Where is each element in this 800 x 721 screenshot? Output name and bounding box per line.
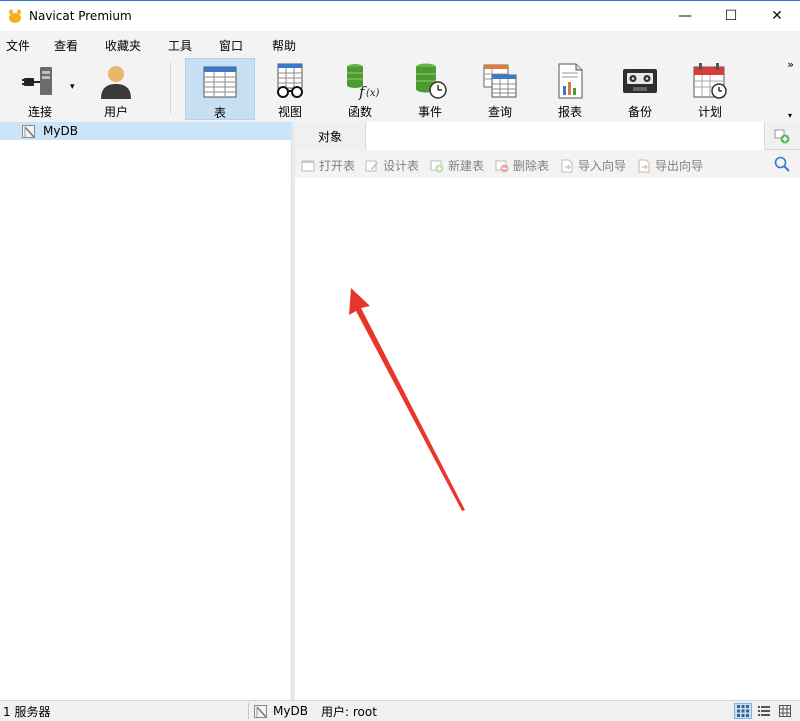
view-details-button[interactable] (776, 703, 794, 719)
toolbar-query-label: 查询 (487, 105, 512, 119)
details-view-icon (779, 705, 791, 717)
menu-bar: 文件 查看 收藏夹 工具 窗口 帮助 (0, 31, 800, 56)
menu-help[interactable]: 帮助 (272, 37, 296, 54)
status-divider (248, 703, 249, 719)
design-table-icon (365, 159, 379, 173)
open-table-icon (301, 159, 315, 173)
connection-dropdown-arrow-icon[interactable]: ▾ (70, 82, 75, 92)
annotation-arrow (349, 288, 465, 511)
tree-item-mydb[interactable]: MyDB (0, 122, 292, 140)
new-table-label: 新建表 (448, 159, 485, 173)
maximize-button[interactable]: ☐ (708, 1, 754, 31)
status-connection-icon (254, 704, 267, 718)
navicat-logo-icon (7, 8, 23, 24)
large-icons-icon (737, 705, 749, 717)
view-large-icons-button[interactable] (734, 703, 752, 719)
menu-tools[interactable]: 工具 (168, 37, 192, 54)
tab-strip-blank (365, 122, 765, 150)
tree-item-label: MyDB (43, 124, 78, 138)
export-wizard-icon (637, 159, 651, 173)
connection-tree-pane[interactable]: MyDB (0, 122, 292, 700)
query-icon (480, 61, 520, 101)
delete-table-button[interactable]: 删除表 (495, 157, 549, 174)
tab-objects[interactable]: 对象 (295, 122, 365, 150)
toolbar-event-button[interactable]: 事件 (395, 58, 465, 120)
toolbar-backup-label: 备份 (627, 105, 652, 119)
status-user: 用户: root (321, 704, 377, 719)
function-fx-icon: f (x) (340, 61, 380, 101)
report-icon (550, 61, 590, 101)
list-view-icon (758, 706, 770, 716)
minimize-button[interactable]: — (662, 1, 708, 31)
export-wizard-label: 导出向导 (655, 159, 704, 173)
open-table-label: 打开表 (319, 159, 356, 173)
open-table-button[interactable]: 打开表 (301, 157, 355, 174)
toolbar-schedule-label: 计划 (697, 105, 722, 119)
svg-text:(x): (x) (366, 88, 380, 99)
toolbar-table-button[interactable]: 表 (185, 58, 255, 120)
menu-window[interactable]: 窗口 (219, 37, 243, 54)
title-bar: Navicat Premium — ☐ ✕ (0, 0, 800, 31)
toolbar-connection-button[interactable]: 连接 (5, 58, 75, 120)
user-icon (96, 61, 136, 101)
connection-plug-icon (20, 61, 60, 101)
new-table-button[interactable]: 新建表 (430, 157, 484, 174)
toolbar-overflow-icon[interactable]: » (787, 58, 794, 71)
table-icon (200, 62, 240, 102)
schedule-calendar-icon (690, 61, 730, 101)
toolbar-customize-arrow-icon[interactable]: ▾ (788, 111, 792, 120)
status-server-count: 1 服务器 (3, 704, 51, 719)
menu-file[interactable]: 文件 (6, 37, 30, 54)
toolbar-table-label: 表 (213, 106, 226, 120)
menu-favorites[interactable]: 收藏夹 (105, 37, 141, 54)
view-glasses-icon (270, 61, 310, 101)
window-title: Navicat Premium (29, 9, 132, 23)
event-clock-icon (410, 61, 450, 101)
status-bar: 1 服务器 MyDB 用户: root (0, 700, 800, 721)
toolbar-view-label: 视图 (277, 105, 302, 119)
export-wizard-button[interactable]: 导出向导 (637, 157, 703, 174)
menu-view[interactable]: 查看 (54, 37, 78, 54)
toolbar-view-button[interactable]: 视图 (255, 58, 325, 120)
delete-table-icon (495, 159, 509, 173)
import-wizard-label: 导入向导 (578, 159, 627, 173)
toolbar-function-button[interactable]: f (x) 函数 (325, 58, 395, 120)
backup-tape-icon (620, 61, 660, 101)
design-table-label: 设计表 (383, 159, 420, 173)
toolbar-user-button[interactable]: 用户 (81, 58, 151, 120)
new-tab-icon[interactable] (774, 128, 790, 144)
status-db-name: MyDB (273, 704, 308, 718)
tab-bar: 对象 (295, 122, 800, 150)
main-toolbar: 连接 ▾ 用户 表 视图 f (x) 函数 事件 查询 报表 备份 计划 » ▾ (0, 56, 800, 122)
import-wizard-button[interactable]: 导入向导 (560, 157, 626, 174)
object-toolbar: 打开表 设计表 新建表 删除表 导入向导 导出向导 (295, 150, 800, 178)
new-table-icon (430, 159, 444, 173)
delete-table-label: 删除表 (513, 159, 550, 173)
toolbar-separator (170, 62, 171, 114)
toolbar-event-label: 事件 (417, 105, 442, 119)
view-list-button[interactable] (755, 703, 773, 719)
close-button[interactable]: ✕ (754, 1, 800, 31)
toolbar-connection-label: 连接 (27, 105, 52, 119)
search-icon[interactable] (774, 156, 790, 172)
toolbar-backup-button[interactable]: 备份 (605, 58, 675, 120)
toolbar-report-button[interactable]: 报表 (535, 58, 605, 120)
toolbar-query-button[interactable]: 查询 (465, 58, 535, 120)
toolbar-report-label: 报表 (557, 105, 582, 119)
import-wizard-icon (560, 159, 574, 173)
toolbar-user-label: 用户 (103, 105, 128, 119)
design-table-button[interactable]: 设计表 (365, 157, 419, 174)
toolbar-schedule-button[interactable]: 计划 (675, 58, 745, 120)
status-db-section: MyDB (254, 701, 308, 721)
toolbar-function-label: 函数 (347, 105, 372, 119)
connection-icon (22, 124, 35, 138)
